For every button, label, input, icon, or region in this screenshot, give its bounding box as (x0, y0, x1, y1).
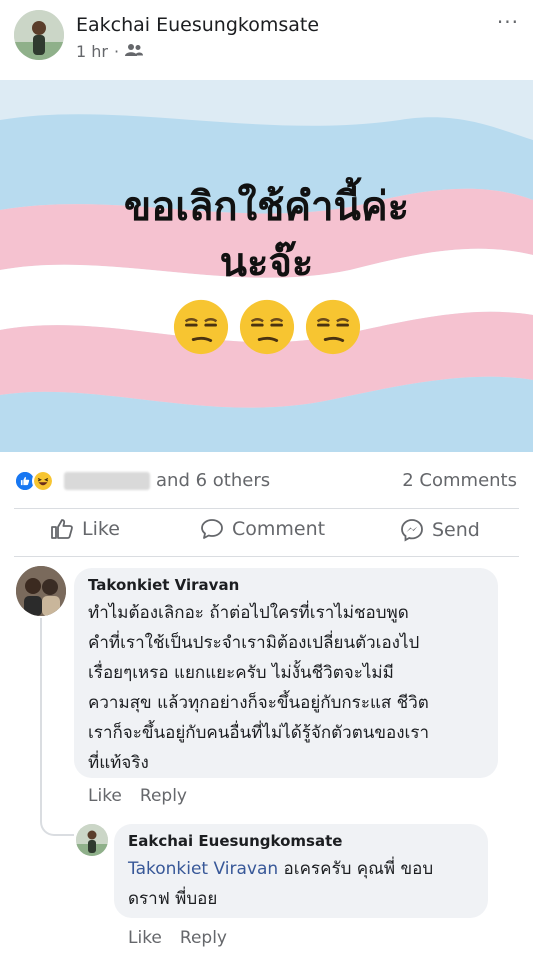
comment-line: เรื่อยๆเหรอ แยกแยะครับ ไม่งั้นชีวิตจะไม่… (88, 663, 394, 683)
comment-line: ทำไมต้องเลิกอะ ถ้าต่อไปใครที่เราไม่ชอบพู… (88, 603, 409, 623)
reply-like-button[interactable]: Like (128, 928, 162, 948)
reply-line: Takonkiet Viravan อเครครับ คุณพี่ ขอบ (128, 854, 474, 884)
unamused-face-icon (239, 299, 294, 355)
more-options-button[interactable]: ··· (497, 10, 519, 34)
divider (14, 508, 519, 509)
meta-separator: · (113, 42, 120, 61)
unamused-face-icon (173, 299, 228, 355)
post-meta: 1 hr · (76, 42, 144, 61)
author-name[interactable]: Eakchai Euesungkomsate (76, 14, 319, 36)
replier-name[interactable]: Eakchai Euesungkomsate (128, 832, 474, 850)
reply-reply-button[interactable]: Reply (180, 928, 227, 948)
author-avatar[interactable] (14, 10, 64, 60)
comment-actions: Like Reply (88, 786, 187, 806)
comment-like-button[interactable]: Like (88, 786, 122, 806)
comment-text: ทำไมต้องเลิกอะ ถ้าต่อไปใครที่เราไม่ชอบพู… (88, 598, 484, 778)
divider (14, 556, 519, 557)
reply-text-rest: อเครครับ คุณพี่ ขอบ (278, 859, 434, 879)
reply-thread-line (40, 618, 74, 836)
comment-line: ที่แท้จริง (88, 753, 149, 773)
reaction-others-text[interactable]: and 6 others (156, 470, 270, 491)
reply-actions: Like Reply (128, 928, 227, 948)
comment-line: คำที่เราใช้เป็นประจำเรามิต้องเปลี่ยนตัวเ… (88, 633, 420, 653)
reactions-summary[interactable]: and 6 others 2 Comments (0, 452, 533, 508)
commenter-avatar[interactable] (16, 566, 66, 616)
reaction-icons[interactable] (14, 470, 54, 492)
post-action-bar: Like Comment Send (0, 510, 533, 554)
send-button[interactable]: Send (400, 518, 480, 542)
replier-avatar[interactable] (76, 824, 108, 856)
messenger-icon (401, 519, 423, 542)
post-time[interactable]: 1 hr (76, 42, 108, 61)
image-caption-line1: ขอเลิกใช้คำนี้ค่ะ (123, 184, 410, 230)
comment-bubble-icon (201, 519, 223, 539)
post-image[interactable]: ขอเลิกใช้คำนี้ค่ะ นะจ๊ะ (0, 80, 533, 452)
emoji-row (0, 298, 533, 356)
comments-count[interactable]: 2 Comments (402, 470, 517, 491)
commenter-name[interactable]: Takonkiet Viravan (88, 576, 484, 594)
comment-line: ความสุข แล้วทุกอย่างก็จะขึ้นอยู่กับกระแส… (88, 693, 429, 713)
send-label: Send (432, 519, 480, 541)
comment-reply-button[interactable]: Reply (140, 786, 187, 806)
post-header: Eakchai Euesungkomsate 1 hr · ··· (0, 0, 533, 80)
reply-line: ดราฟ พี่บอย (128, 889, 218, 909)
like-button[interactable]: Like (50, 518, 120, 540)
friends-icon (125, 42, 144, 61)
image-caption-line2: นะจ๊ะ (219, 240, 314, 286)
comment-bubble: Takonkiet Viravan ทำไมต้องเลิกอะ ถ้าต่อไ… (74, 568, 498, 778)
mention-link[interactable]: Takonkiet Viravan (128, 859, 278, 879)
blurred-reactor-name (64, 472, 150, 490)
thumbs-up-icon (51, 519, 73, 539)
comment-button[interactable]: Comment (200, 518, 325, 540)
comment-label: Comment (232, 518, 326, 540)
reply-bubble: Eakchai Euesungkomsate Takonkiet Viravan… (114, 824, 488, 918)
unamused-face-icon (305, 299, 360, 355)
haha-reaction-icon (32, 470, 54, 492)
like-label: Like (82, 518, 120, 540)
reply-text: Takonkiet Viravan อเครครับ คุณพี่ ขอบ ดร… (128, 854, 474, 914)
comment-line: เราก็จะขึ้นอยู่กับคนอื่นที่ไม่ได้รู้จักต… (88, 723, 429, 743)
